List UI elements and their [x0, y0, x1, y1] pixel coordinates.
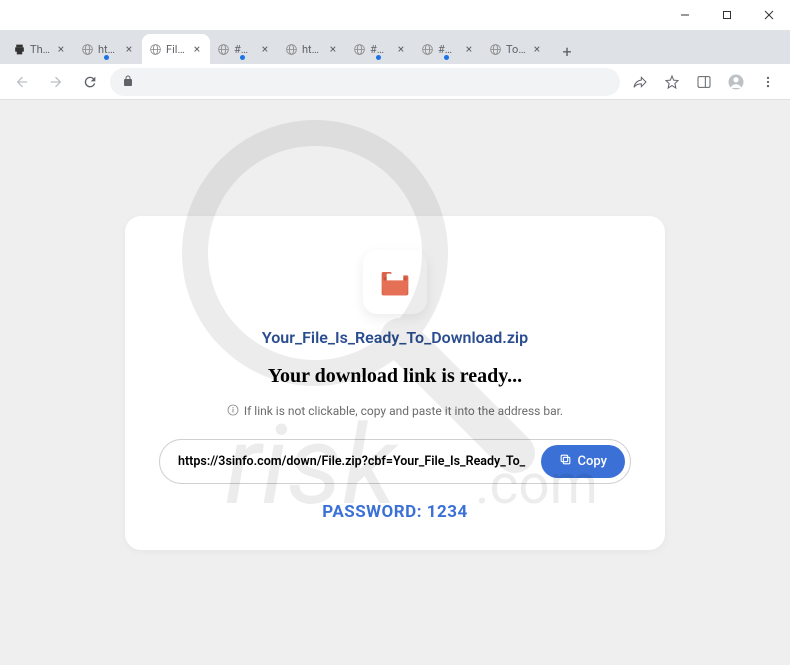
toolbar-right — [626, 68, 782, 96]
minimize-button[interactable] — [664, 1, 706, 29]
notification-dot — [444, 55, 449, 60]
hint-text: If link is not clickable, copy and paste… — [244, 404, 563, 418]
tab-7[interactable]: To ac × — [482, 34, 550, 64]
tab-1[interactable]: https: × — [74, 34, 142, 64]
password-text: PASSWORD: 1234 — [159, 502, 631, 522]
copy-label: Copy — [578, 454, 607, 469]
download-url[interactable]: https://3sinfo.com/down/File.zip?cbf=You… — [178, 454, 541, 469]
info-icon — [227, 404, 239, 419]
notification-dot — [376, 55, 381, 60]
tab-close-icon[interactable]: × — [530, 42, 544, 56]
globe-icon — [352, 42, 366, 56]
tab-bar: The P×https:×File-S×## do×https:×## do×#… — [0, 30, 790, 64]
download-card: Your_File_Is_Ready_To_Download.zip Your … — [125, 216, 665, 550]
back-button[interactable] — [8, 68, 36, 96]
tab-title: To ac — [506, 43, 526, 56]
menu-button[interactable] — [754, 68, 782, 96]
tab-title: The P — [30, 43, 50, 56]
forward-button[interactable] — [42, 68, 70, 96]
tab-close-icon[interactable]: × — [54, 42, 68, 56]
notification-dot — [240, 55, 245, 60]
tab-close-icon[interactable]: × — [122, 42, 136, 56]
globe-icon — [80, 42, 94, 56]
new-tab-button[interactable]: + — [554, 38, 580, 64]
address-bar-row — [0, 64, 790, 100]
notification-dot — [104, 55, 109, 60]
reload-button[interactable] — [76, 68, 104, 96]
filename-text: Your_File_Is_Ready_To_Download.zip — [159, 328, 631, 347]
globe-icon — [488, 42, 502, 56]
close-window-button[interactable] — [748, 1, 790, 29]
tab-title: https: — [302, 43, 322, 56]
browser-window: The P×https:×File-S×## do×https:×## do×#… — [0, 0, 790, 665]
url-box: https://3sinfo.com/down/File.zip?cbf=You… — [159, 439, 631, 484]
tab-close-icon[interactable]: × — [394, 42, 408, 56]
tab-title: File-S — [166, 43, 186, 56]
page-content: Your_File_Is_Ready_To_Download.zip Your … — [0, 100, 790, 665]
address-bar[interactable] — [110, 68, 620, 96]
tab-6[interactable]: ## To × — [414, 34, 482, 64]
tab-3[interactable]: ## do × — [210, 34, 278, 64]
lock-icon — [122, 72, 134, 91]
tab-title: ## do — [370, 43, 390, 56]
tab-5[interactable]: ## do × — [346, 34, 414, 64]
bookmark-button[interactable] — [658, 68, 686, 96]
globe-icon — [284, 42, 298, 56]
folder-icon — [363, 250, 427, 314]
copy-icon — [559, 453, 572, 470]
tab-close-icon[interactable]: × — [462, 42, 476, 56]
share-button[interactable] — [626, 68, 654, 96]
tab-close-icon[interactable]: × — [258, 42, 272, 56]
sidepanel-button[interactable] — [690, 68, 718, 96]
tab-title: https: — [98, 43, 118, 56]
tab-title: ## do — [234, 43, 254, 56]
window-controls — [664, 1, 790, 29]
tab-close-icon[interactable]: × — [190, 42, 204, 56]
tab-2[interactable]: File-S × — [142, 34, 210, 64]
globe-icon — [148, 42, 162, 56]
maximize-button[interactable] — [706, 1, 748, 29]
profile-button[interactable] — [722, 68, 750, 96]
printer-icon — [12, 42, 26, 56]
tab-4[interactable]: https: × — [278, 34, 346, 64]
ready-heading: Your download link is ready... — [159, 365, 631, 388]
tab-title: ## To — [438, 43, 458, 56]
globe-icon — [216, 42, 230, 56]
tab-0[interactable]: The P × — [6, 34, 74, 64]
copy-button[interactable]: Copy — [541, 445, 625, 478]
globe-icon — [420, 42, 434, 56]
tab-close-icon[interactable]: × — [326, 42, 340, 56]
titlebar — [0, 0, 790, 30]
hint-row: If link is not clickable, copy and paste… — [159, 404, 631, 419]
